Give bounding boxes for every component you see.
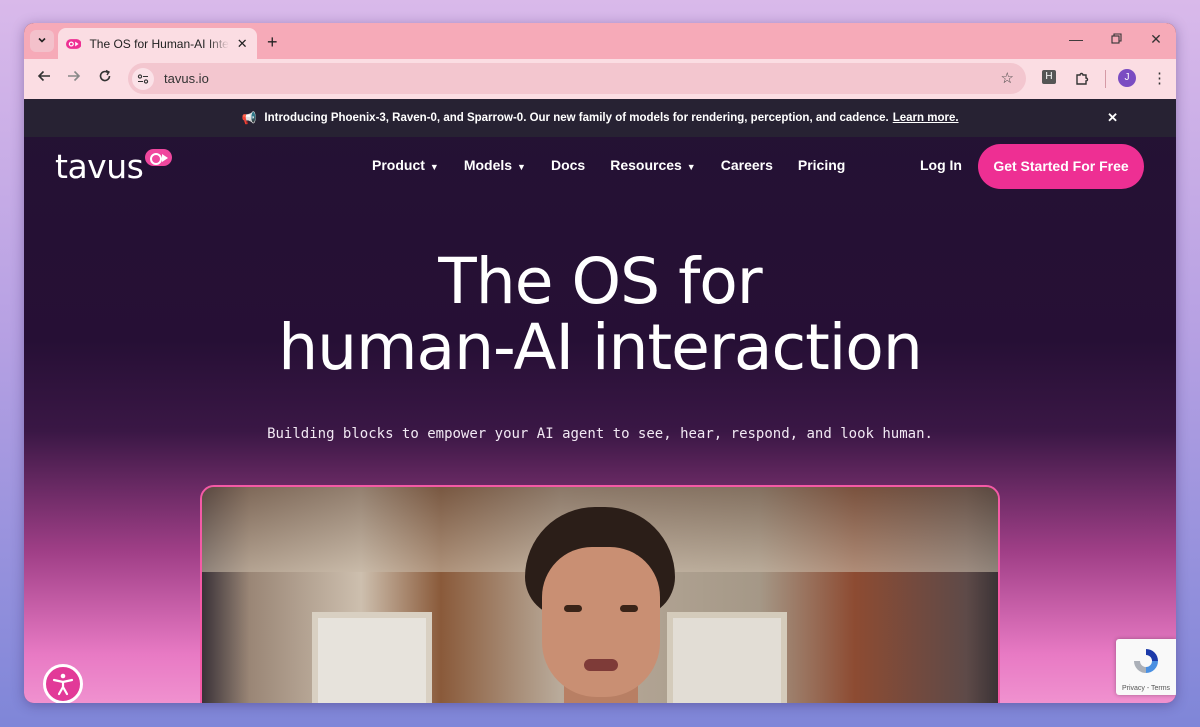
hero-title-line2: human-AI interaction xyxy=(278,311,923,384)
announcement-text: Introducing Phoenix-3, Raven-0, and Spar… xyxy=(264,112,889,124)
close-announcement-icon[interactable]: ✕ xyxy=(1107,110,1118,126)
h-extension-icon[interactable]: H xyxy=(1042,70,1056,84)
video-person-eye xyxy=(620,605,638,612)
nav-item-product[interactable]: Product ▼ xyxy=(372,157,439,173)
bookmark-star-icon[interactable]: ☆ xyxy=(1001,69,1014,87)
extensions-puzzle-icon[interactable] xyxy=(1074,70,1090,91)
tab-strip: The OS for Human-AI Interaction ✕ + — ✕ xyxy=(24,23,1176,59)
browser-toolbar: tavus.io ☆ H J ⋮ xyxy=(24,59,1176,99)
hero-subtitle: Building blocks to empower your AI agent… xyxy=(267,426,933,442)
nav-item-careers[interactable]: Careers xyxy=(721,157,773,173)
reload-icon[interactable] xyxy=(95,69,115,88)
tavus-logo-badge-icon xyxy=(145,149,172,166)
caret-down-icon: ▼ xyxy=(686,162,696,172)
address-bar[interactable]: tavus.io ☆ xyxy=(128,63,1026,94)
toolbar-divider xyxy=(1105,70,1106,88)
video-person-mouth xyxy=(584,659,618,671)
nav-item-pricing[interactable]: Pricing xyxy=(798,157,845,173)
nav-item-resources[interactable]: Resources ▼ xyxy=(610,157,696,173)
hero-title-line1: The OS for xyxy=(438,245,762,318)
close-window-icon[interactable]: ✕ xyxy=(1136,31,1176,48)
accessibility-icon[interactable] xyxy=(43,664,83,703)
minimize-icon[interactable]: — xyxy=(1056,31,1096,47)
recaptcha-icon xyxy=(1134,649,1158,673)
nav-menu: Product ▼ Models ▼ Docs Resources ▼ Careers… xyxy=(372,157,870,173)
webpage: 📢 Introducing Phoenix-3, Raven-0, and Sp… xyxy=(24,99,1176,703)
hero-title: The OS for human-AI interaction xyxy=(24,249,1176,381)
chevron-down-icon xyxy=(37,32,47,50)
video-window-left xyxy=(312,612,432,703)
tab-title: The OS for Human-AI Interaction xyxy=(89,36,229,51)
announcement-bar: 📢 Introducing Phoenix-3, Raven-0, and Sp… xyxy=(24,99,1176,137)
video-person-face xyxy=(542,547,660,697)
caret-down-icon: ▼ xyxy=(429,162,439,172)
login-link[interactable]: Log In xyxy=(920,157,962,173)
video-person-eye xyxy=(564,605,582,612)
profile-avatar[interactable]: J xyxy=(1118,69,1136,87)
site-nav: tavus Product ▼ Models ▼ Docs Resources ▼ C… xyxy=(24,137,1176,193)
tavus-favicon-icon xyxy=(66,38,82,49)
browser-window: The OS for Human-AI Interaction ✕ + — ✕ … xyxy=(24,23,1176,703)
browser-menu-icon[interactable]: ⋮ xyxy=(1152,69,1167,87)
megaphone-icon: 📢 xyxy=(241,111,257,125)
video-window-right xyxy=(667,612,787,703)
caret-down-icon: ▼ xyxy=(517,162,526,172)
url-text: tavus.io xyxy=(164,71,209,86)
tavus-logo[interactable]: tavus xyxy=(55,147,144,186)
nav-item-docs[interactable]: Docs xyxy=(551,157,585,173)
learn-more-link[interactable]: Learn more. xyxy=(893,112,959,124)
new-tab-button[interactable]: + xyxy=(267,32,278,53)
recaptcha-badge[interactable]: Privacy - Terms xyxy=(1116,639,1176,695)
hero-video[interactable] xyxy=(200,485,1000,703)
close-tab-icon[interactable]: ✕ xyxy=(235,36,249,52)
get-started-button[interactable]: Get Started For Free xyxy=(978,144,1144,189)
forward-icon[interactable] xyxy=(64,69,84,88)
restore-icon[interactable] xyxy=(1096,31,1136,47)
tab-search-button[interactable] xyxy=(30,30,54,52)
browser-tab[interactable]: The OS for Human-AI Interaction ✕ xyxy=(58,28,257,59)
recaptcha-terms[interactable]: Privacy - Terms xyxy=(1116,685,1176,692)
site-info-icon[interactable] xyxy=(132,67,154,90)
nav-item-models[interactable]: Models ▼ xyxy=(464,157,526,173)
back-icon[interactable] xyxy=(34,69,54,88)
